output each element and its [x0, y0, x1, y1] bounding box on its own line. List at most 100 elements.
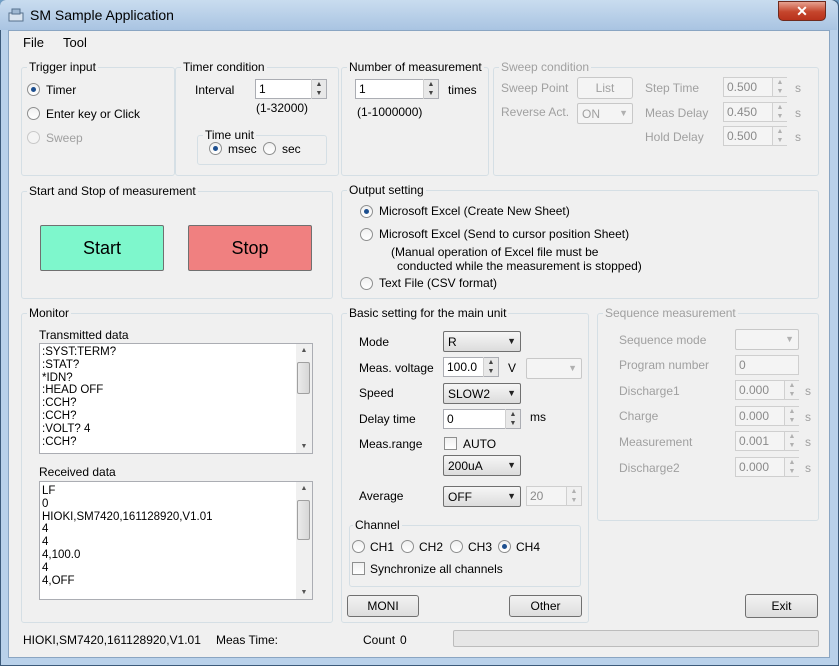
output-csv-radio[interactable]: [360, 277, 373, 290]
timer-radio[interactable]: [27, 83, 40, 96]
ch1-label: CH1: [370, 540, 395, 554]
spin-down-icon[interactable]: ▼: [785, 416, 799, 425]
interval-label: Interval: [195, 83, 235, 97]
scroll-thumb[interactable]: [297, 500, 310, 540]
delay-time-stepper[interactable]: ▲ ▼: [505, 409, 520, 429]
mode-select[interactable]: R ▼: [443, 331, 521, 352]
transmitted-scrollbar[interactable]: ▲ ▼: [296, 344, 312, 453]
received-list[interactable]: LF 0 HIOKI,SM7420,161128920,V1.01 4 4 4,…: [39, 481, 313, 600]
timer-label: Timer: [46, 83, 77, 97]
sweep-radio[interactable]: [27, 131, 40, 144]
spin-up-icon[interactable]: ▲: [785, 432, 799, 441]
output-note-line2: conducted while the measurement is stopp…: [397, 259, 642, 273]
scroll-up-icon[interactable]: ▲: [296, 485, 312, 492]
sequence-mode-select[interactable]: ▼: [735, 329, 799, 350]
list-item: 4: [42, 561, 49, 574]
enter-key-radio[interactable]: [27, 107, 40, 120]
sync-channels-checkbox[interactable]: [352, 562, 365, 575]
program-number-input[interactable]: 0: [735, 355, 799, 375]
sweep-condition-title: Sweep condition: [499, 60, 592, 74]
exit-button[interactable]: Exit: [745, 594, 818, 618]
spin-down-icon[interactable]: ▼: [773, 136, 787, 145]
spin-down-icon[interactable]: ▼: [773, 112, 787, 121]
discharge1-stepper[interactable]: ▲ ▼: [784, 380, 799, 400]
hold-delay-label: Hold Delay: [645, 130, 704, 144]
meas-voltage-stepper[interactable]: ▲ ▼: [483, 357, 498, 377]
spin-up-icon[interactable]: ▲: [773, 78, 787, 87]
spin-down-icon[interactable]: ▼: [785, 441, 799, 450]
scroll-down-icon[interactable]: ▼: [296, 443, 312, 450]
received-scrollbar[interactable]: ▲ ▼: [296, 482, 312, 599]
ch2-radio[interactable]: [401, 540, 414, 553]
scroll-down-icon[interactable]: ▼: [296, 589, 312, 596]
output-excel-new-radio[interactable]: [360, 205, 373, 218]
output-note-line1: (Manual operation of Excel file must be: [391, 245, 599, 259]
spin-up-icon[interactable]: ▲: [424, 80, 438, 89]
spin-down-icon[interactable]: ▼: [785, 390, 799, 399]
spin-up-icon[interactable]: ▲: [785, 407, 799, 416]
ch4-radio[interactable]: [498, 540, 511, 553]
stop-button[interactable]: Stop: [188, 225, 312, 271]
list-item: 0: [42, 497, 49, 510]
spin-up-icon[interactable]: ▲: [312, 80, 326, 89]
menu-file[interactable]: File: [23, 35, 44, 50]
meas-range-value: 200uA: [448, 459, 483, 473]
list-item: :VOLT? 4: [42, 422, 91, 435]
interval-stepper[interactable]: ▲ ▼: [311, 79, 326, 99]
menu-tool[interactable]: Tool: [63, 35, 87, 50]
hold-delay-stepper[interactable]: ▲ ▼: [772, 126, 787, 146]
spin-down-icon[interactable]: ▼: [773, 87, 787, 96]
measurement-stepper[interactable]: ▲ ▼: [784, 431, 799, 451]
meas-delay-stepper[interactable]: ▲ ▼: [772, 102, 787, 122]
ch3-radio[interactable]: [450, 540, 463, 553]
list-item: HIOKI,SM7420,161128920,V1.01: [42, 510, 213, 523]
spin-up-icon[interactable]: ▲: [785, 458, 799, 467]
output-excel-cursor-radio[interactable]: [360, 228, 373, 241]
measurement-unit: s: [805, 435, 811, 449]
close-button[interactable]: ✕: [778, 1, 826, 21]
moni-button[interactable]: MONI: [347, 595, 419, 617]
other-button[interactable]: Other: [509, 595, 582, 617]
charge-stepper[interactable]: ▲ ▼: [784, 406, 799, 426]
reverse-act-select[interactable]: ON ▼: [577, 103, 633, 124]
ch3-label: CH3: [468, 540, 493, 554]
average-select[interactable]: OFF ▼: [443, 486, 521, 507]
spin-down-icon[interactable]: ▼: [785, 467, 799, 476]
speed-select[interactable]: SLOW2 ▼: [443, 383, 521, 404]
msec-radio[interactable]: [209, 142, 222, 155]
discharge2-stepper[interactable]: ▲ ▼: [784, 457, 799, 477]
average-count-stepper[interactable]: ▲ ▼: [566, 486, 581, 506]
start-button[interactable]: Start: [40, 225, 164, 271]
sweep-list-button[interactable]: List: [577, 77, 633, 99]
scroll-up-icon[interactable]: ▲: [296, 347, 312, 354]
meas-range-select[interactable]: 200uA ▼: [443, 455, 521, 476]
spin-down-icon[interactable]: ▼: [484, 367, 498, 376]
received-label: Received data: [39, 465, 116, 479]
spin-up-icon[interactable]: ▲: [506, 410, 520, 419]
spin-down-icon[interactable]: ▼: [506, 419, 520, 428]
list-item: :CCH?: [42, 409, 77, 422]
ch1-radio[interactable]: [352, 540, 365, 553]
sec-radio[interactable]: [263, 142, 276, 155]
basic-setting-title: Basic setting for the main unit: [347, 306, 509, 320]
spin-up-icon[interactable]: ▲: [773, 103, 787, 112]
transmitted-label: Transmitted data: [39, 328, 129, 342]
average-label: Average: [359, 489, 404, 503]
output-excel-new-label: Microsoft Excel (Create New Sheet): [379, 204, 570, 218]
spin-down-icon[interactable]: ▼: [424, 89, 438, 98]
spin-up-icon[interactable]: ▲: [773, 127, 787, 136]
spin-down-icon[interactable]: ▼: [567, 496, 581, 505]
voltage-range-select[interactable]: ▼: [526, 358, 582, 379]
spin-up-icon[interactable]: ▲: [567, 487, 581, 496]
measurement-count-stepper[interactable]: ▲ ▼: [423, 79, 438, 99]
title-bar[interactable]: SM Sample Application ✕: [0, 0, 837, 30]
step-time-stepper[interactable]: ▲ ▼: [772, 77, 787, 97]
spin-down-icon[interactable]: ▼: [312, 89, 326, 98]
auto-checkbox[interactable]: [444, 437, 457, 450]
transmitted-list[interactable]: :SYST:TERM? :STAT? *IDN? :HEAD OFF :CCH?…: [39, 343, 313, 454]
scroll-thumb[interactable]: [297, 362, 310, 394]
spin-up-icon[interactable]: ▲: [785, 381, 799, 390]
sec-label: sec: [282, 142, 301, 156]
reverse-act-label: Reverse Act.: [501, 105, 570, 119]
spin-up-icon[interactable]: ▲: [484, 358, 498, 367]
